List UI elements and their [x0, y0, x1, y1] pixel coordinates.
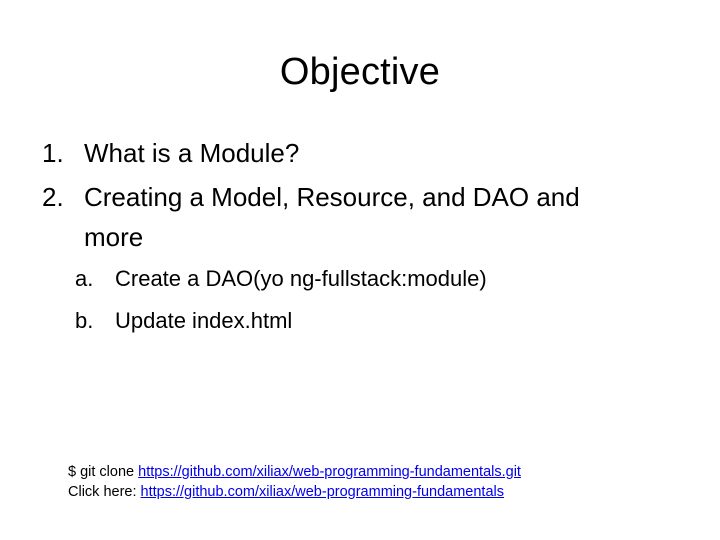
git-clone-line: $ git clone https://github.com/xiliax/we…	[68, 462, 521, 482]
list-item-number: 1.	[42, 138, 64, 168]
list-item-number: 2.	[42, 182, 64, 212]
git-clone-prefix: $ git clone	[68, 464, 139, 480]
slide: Objective 1. What is a Module? 2. Creati…	[0, 0, 720, 540]
click-here-line: Click here: https://github.com/xiliax/we…	[68, 482, 521, 502]
sublist-item-letter: b.	[75, 308, 94, 333]
list-item-text: What is a Module?	[84, 138, 300, 168]
footer-links: $ git clone https://github.com/xiliax/we…	[68, 462, 521, 502]
list-item-text: more	[84, 222, 144, 252]
slide-title: Objective	[279, 51, 441, 93]
sublist-item-text: Create a DAO(yo ng-fullstack:module)	[115, 266, 487, 291]
repo-link[interactable]: https://github.com/xiliax/web-programmin…	[141, 484, 504, 500]
git-clone-link[interactable]: https://github.com/xiliax/web-programmin…	[138, 464, 521, 480]
list-item-text: Creating a Model, Resource, and DAO and	[84, 182, 580, 212]
sublist-item-text: Update index.html	[115, 308, 293, 333]
sublist-item-letter: a.	[75, 266, 94, 291]
click-here-prefix: Click here:	[68, 484, 141, 500]
